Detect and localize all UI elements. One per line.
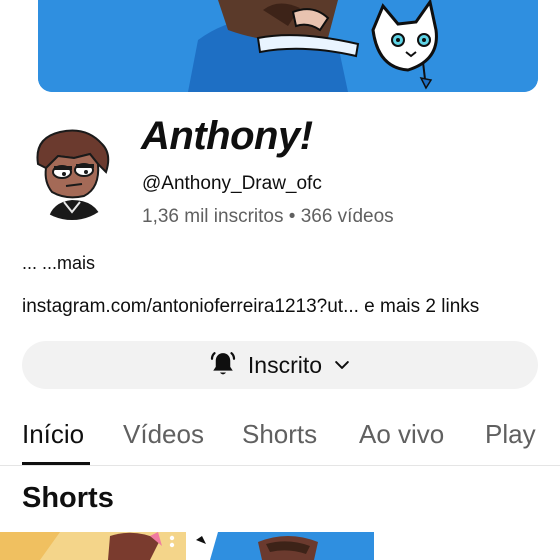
avatar-illustration (24, 124, 120, 220)
chevron-down-icon (335, 361, 349, 369)
subscribed-button[interactable]: Inscrito (22, 341, 538, 389)
channel-name: Anthony! (141, 114, 313, 158)
shorts-shelf (0, 532, 560, 560)
tab-videos[interactable]: Vídeos (123, 419, 204, 450)
channel-avatar[interactable] (24, 124, 120, 220)
channel-tabs: Início Vídeos Shorts Ao vivo Play (0, 405, 560, 466)
channel-stats: 1,36 mil inscritos • 366 vídeos (142, 206, 394, 227)
section-title: Shorts (22, 482, 114, 514)
banner-illustration (38, 0, 538, 92)
channel-banner (0, 0, 560, 118)
bell-icon (210, 352, 236, 375)
short-thumbnail-image (0, 532, 186, 560)
tab-ao-vivo[interactable]: Ao vivo (359, 419, 444, 450)
subscribed-label: Inscrito (247, 351, 323, 378)
tab-shorts[interactable]: Shorts (242, 419, 317, 450)
channel-links[interactable]: instagram.com/antonioferreira1213?ut... … (22, 296, 479, 318)
tab-inicio[interactable]: Início (22, 419, 84, 450)
banner-artwork (38, 0, 538, 92)
short-thumbnail[interactable] (0, 532, 186, 560)
active-tab-indicator (22, 462, 90, 465)
short-thumbnail[interactable] (188, 532, 374, 560)
short-thumbnail-image (188, 532, 374, 560)
channel-description[interactable]: ... ...mais (22, 253, 95, 274)
channel-handle: @Anthony_Draw_ofc (142, 173, 322, 194)
tab-play[interactable]: Play (485, 419, 536, 450)
